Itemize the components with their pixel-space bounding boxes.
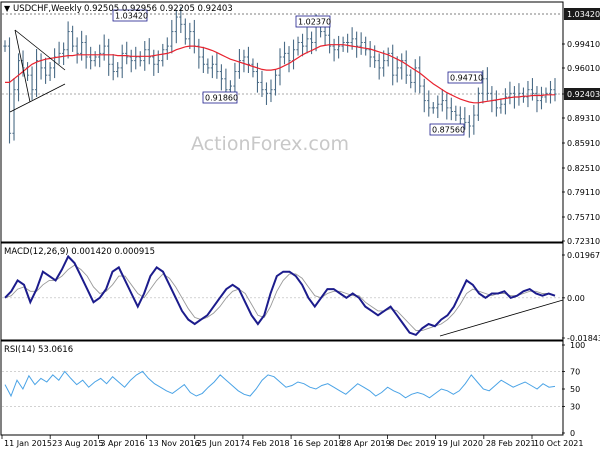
x-tick-label: 10 Oct 2021 xyxy=(534,439,583,448)
chart-symbol: USDCHF,Weekly xyxy=(13,4,82,14)
price-ytick-label: 0.82510 xyxy=(567,164,600,173)
watermark: ActionForex.com xyxy=(191,133,349,155)
x-tick-label: 28 Feb 2021 xyxy=(486,439,536,448)
macd-y-axis: 0.0196750.00-0.018439 xyxy=(562,251,600,343)
x-tick-label: 25 Jun 2017 xyxy=(197,439,245,448)
price-annotation-label: 1.02370 xyxy=(298,18,331,27)
price-y-axis: 0.99410 0.96010 0.92403 0.89310 0.85910 0.825… xyxy=(562,8,600,246)
price-panel-frame xyxy=(0,1,564,243)
x-tick-label: 8 Dec 2019 xyxy=(389,439,435,448)
rsi-title: RSI(14) 53.0616 xyxy=(4,345,73,355)
price-annotation-label: 0.91860 xyxy=(205,94,238,103)
x-tick-label: 11 Jan 2015 xyxy=(4,439,52,448)
rsi-y-axis: 100 70 50 30 0 xyxy=(562,341,585,438)
x-tick-label: 3 Apr 2016 xyxy=(100,439,144,448)
rsi-ytick-label: 0 xyxy=(570,429,575,438)
chart-symbol-icon: ▼ xyxy=(4,4,11,13)
x-tick-label: 23 Aug 2015 xyxy=(52,439,103,448)
macd-ytick-label: 0.019675 xyxy=(567,251,600,260)
top-price-label: 1.03420 xyxy=(567,10,600,19)
x-tick-label: 13 Nov 2016 xyxy=(149,439,200,448)
price-ytick-label: 0.89310 xyxy=(567,114,600,123)
rsi-ytick-label: 30 xyxy=(570,403,580,412)
price-ytick-label: 0.99410 xyxy=(567,40,600,49)
macd-ytick-label: 0.00 xyxy=(567,294,585,303)
chart-container: ActionForex.com 0.99410 0.96010 0.92403 0.8… xyxy=(0,0,600,450)
rsi-ytick-label: 100 xyxy=(570,341,585,350)
current-price-label: 0.92403 xyxy=(567,90,600,99)
price-ytick-label: 0.72310 xyxy=(567,237,600,246)
price-ytick-label: 0.79110 xyxy=(567,188,600,197)
x-tick-label: 19 Jul 2020 xyxy=(438,439,483,448)
rsi-panel-frame xyxy=(0,340,564,436)
x-axis: 11 Jan 2015 23 Aug 20153 Apr 2016 13 Nov 2… xyxy=(1,435,583,448)
x-tick-label: 16 Sep 2018 xyxy=(293,439,344,448)
x-tick-label: 28 Apr 2019 xyxy=(341,439,390,448)
chart-svg: ActionForex.com 0.99410 0.96010 0.92403 0.8… xyxy=(0,1,600,448)
rsi-ytick-label: 50 xyxy=(570,385,580,394)
x-tick-label: 4 Feb 2018 xyxy=(245,439,290,448)
chart-ohlc: 0.92505 0.92956 0.92205 0.92403 xyxy=(84,4,233,14)
price-ytick-label: 0.85910 xyxy=(567,139,600,148)
price-ytick-label: 0.96010 xyxy=(567,64,600,73)
rsi-ytick-label: 70 xyxy=(570,367,580,376)
price-ytick-label: 0.75710 xyxy=(567,213,600,222)
price-annotation-label: 0.87560 xyxy=(432,126,465,135)
price-annotation-label: 0.94710 xyxy=(450,74,483,83)
macd-title: MACD(12,26,9) 0.001420 0.000915 xyxy=(4,247,155,257)
